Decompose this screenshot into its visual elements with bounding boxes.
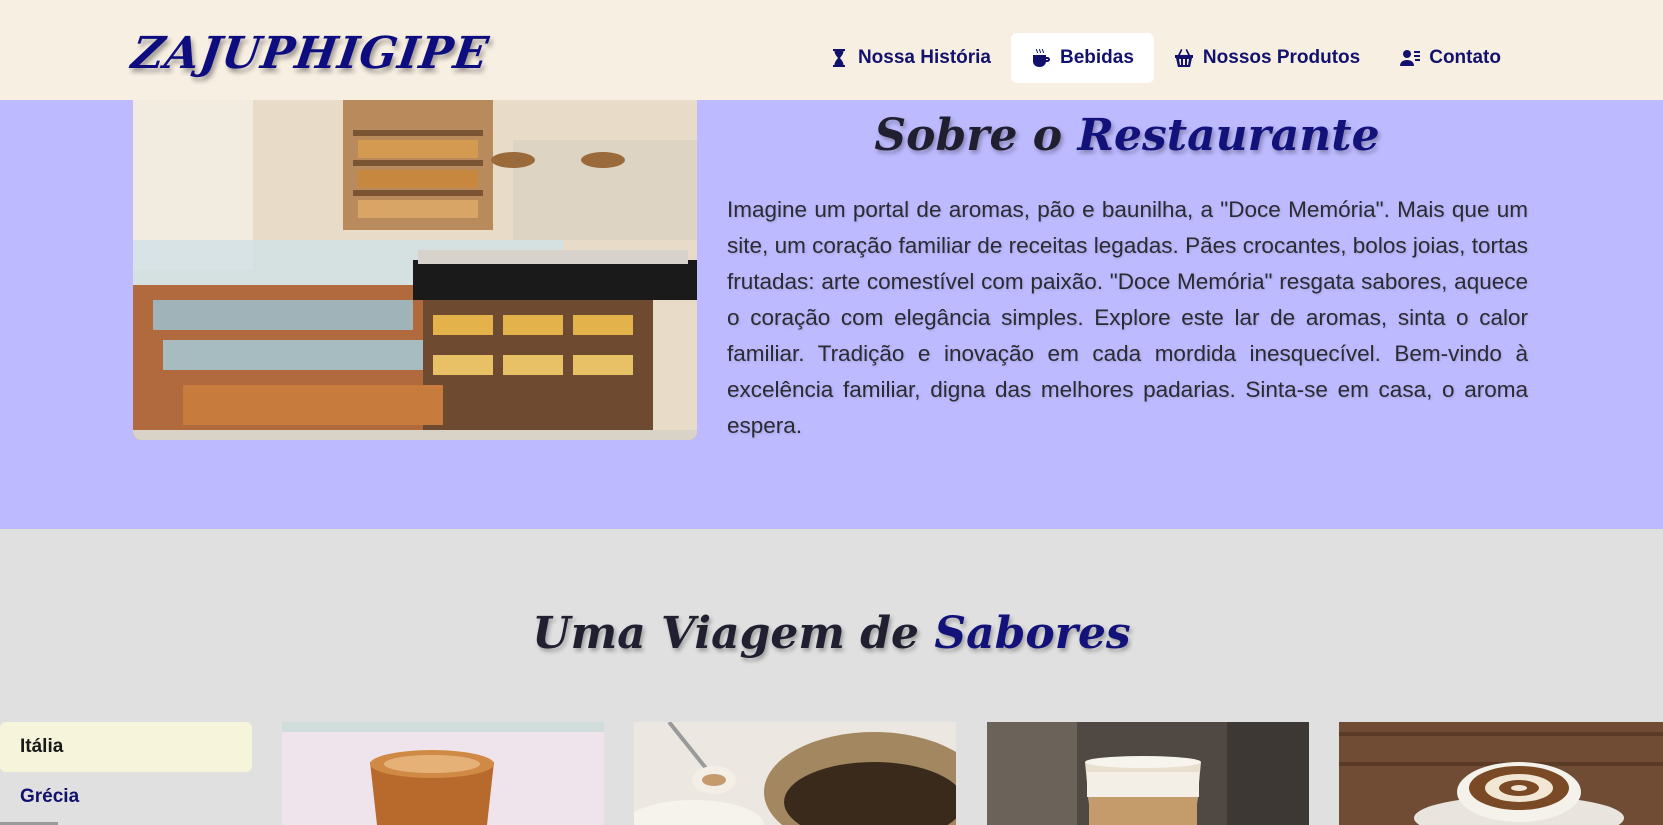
nav-item-bebidas[interactable]: Bebidas [1011,33,1154,83]
nav-label: Contato [1429,47,1501,68]
sabores-title-prefix: Uma Viagem de [532,608,920,659]
country-tab-grecia[interactable]: Grécia [0,772,252,822]
sabores-title-accent: Sabores [934,608,1131,659]
country-tab-italia[interactable]: Itália [0,722,252,772]
about-title-accent: Restaurante [1077,110,1380,161]
site-logo[interactable]: ZAJUPHIGIPE [128,28,492,79]
country-menu: Itália Grécia [0,722,252,822]
basket-icon [1174,49,1193,67]
coffee-cup-icon [1033,49,1050,67]
main-nav: Nossa História Bebidas Nossos Produtos C… [809,33,1521,83]
cappuccino-spoon-image [634,722,956,825]
nav-label: Nossa História [857,47,991,68]
nav-label: Bebidas [1060,47,1134,68]
bakery-interior-photo [133,100,697,440]
nav-item-contato[interactable]: Contato [1380,33,1521,83]
drink-card-cappuccino-art[interactable] [1339,722,1663,825]
drink-card-cappuccino-spoon[interactable] [634,722,956,825]
drink-card-espresso[interactable] [282,722,604,825]
espresso-glass-image [282,722,604,825]
latte-art-image [1339,722,1663,825]
nav-item-nossa-historia[interactable]: Nossa História [809,33,1011,83]
about-title: Sobre o Restaurante [727,110,1527,161]
about-section: Sobre o Restaurante Imagine um portal de… [0,100,1663,529]
hourglass-icon [832,49,845,67]
drink-card-latte[interactable] [987,722,1309,825]
nav-label: Nossos Produtos [1202,47,1361,68]
contact-card-icon [1400,50,1421,66]
site-header: ZAJUPHIGIPE Nossa História Bebidas Nosso… [0,0,1663,100]
latte-glass-image [987,722,1309,825]
bakery-illustration [133,100,697,440]
about-paragraph: Imagine um portal de aromas, pão e bauni… [727,197,1528,438]
sabores-title: Uma Viagem de Sabores [0,608,1663,659]
about-title-prefix: Sobre o [874,110,1063,161]
nav-item-nossos-produtos[interactable]: Nossos Produtos [1154,33,1380,83]
